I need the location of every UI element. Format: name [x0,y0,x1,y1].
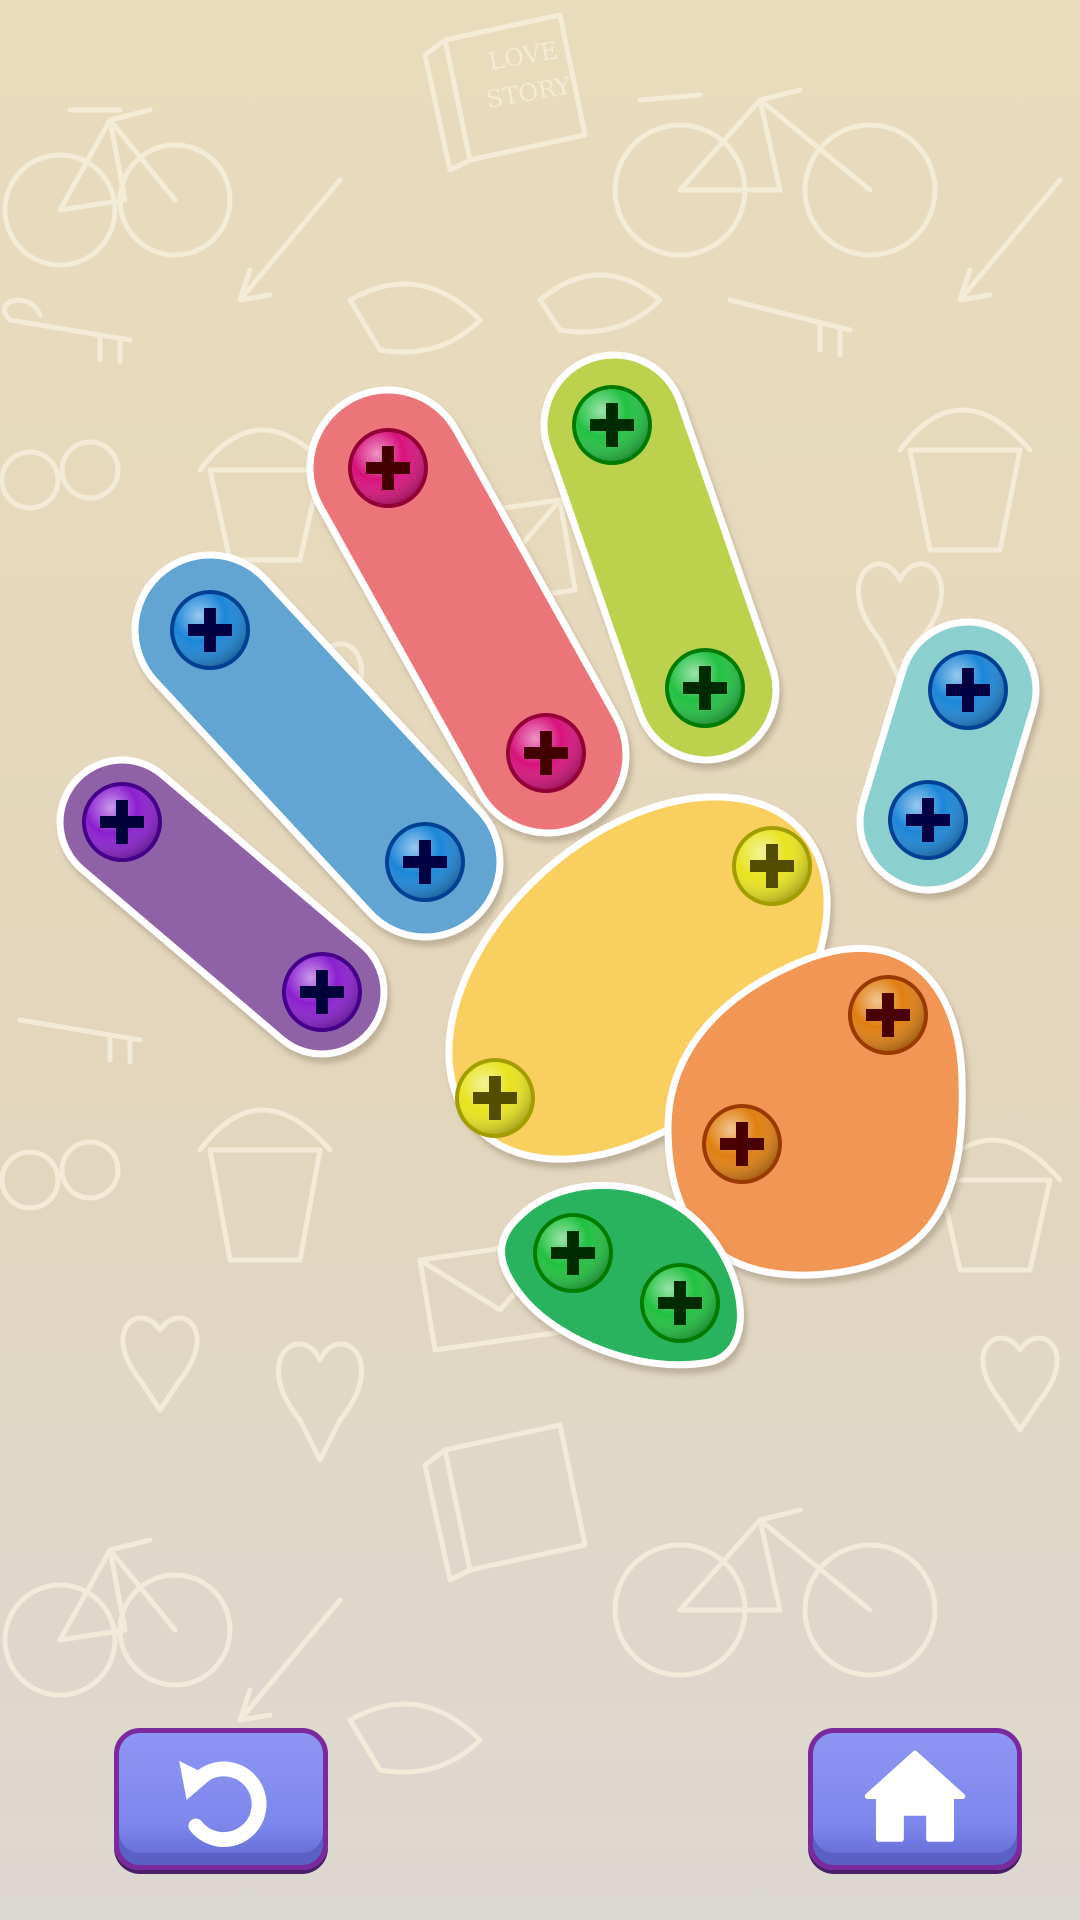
screw-icon[interactable] [665,648,745,728]
screw-icon[interactable] [888,780,968,860]
screw-icon[interactable] [348,428,428,508]
screw-icon[interactable] [455,1058,535,1138]
undo-button[interactable] [114,1728,328,1870]
screw-icon[interactable] [572,385,652,465]
game-board [56,351,1040,1369]
screw-icon[interactable] [848,975,928,1055]
screw-icon[interactable] [640,1263,720,1343]
screw-icon[interactable] [506,713,586,793]
screw-icon[interactable] [170,590,250,670]
screw-icon[interactable] [732,826,812,906]
home-button[interactable] [808,1728,1022,1870]
screw-icon[interactable] [282,952,362,1032]
home-icon [864,1750,966,1842]
screw-icon[interactable] [928,650,1008,730]
screw-icon[interactable] [702,1104,782,1184]
undo-icon [179,1760,267,1847]
screw-icon[interactable] [385,822,465,902]
screw-icon[interactable] [533,1213,613,1293]
screw-icon[interactable] [82,782,162,862]
